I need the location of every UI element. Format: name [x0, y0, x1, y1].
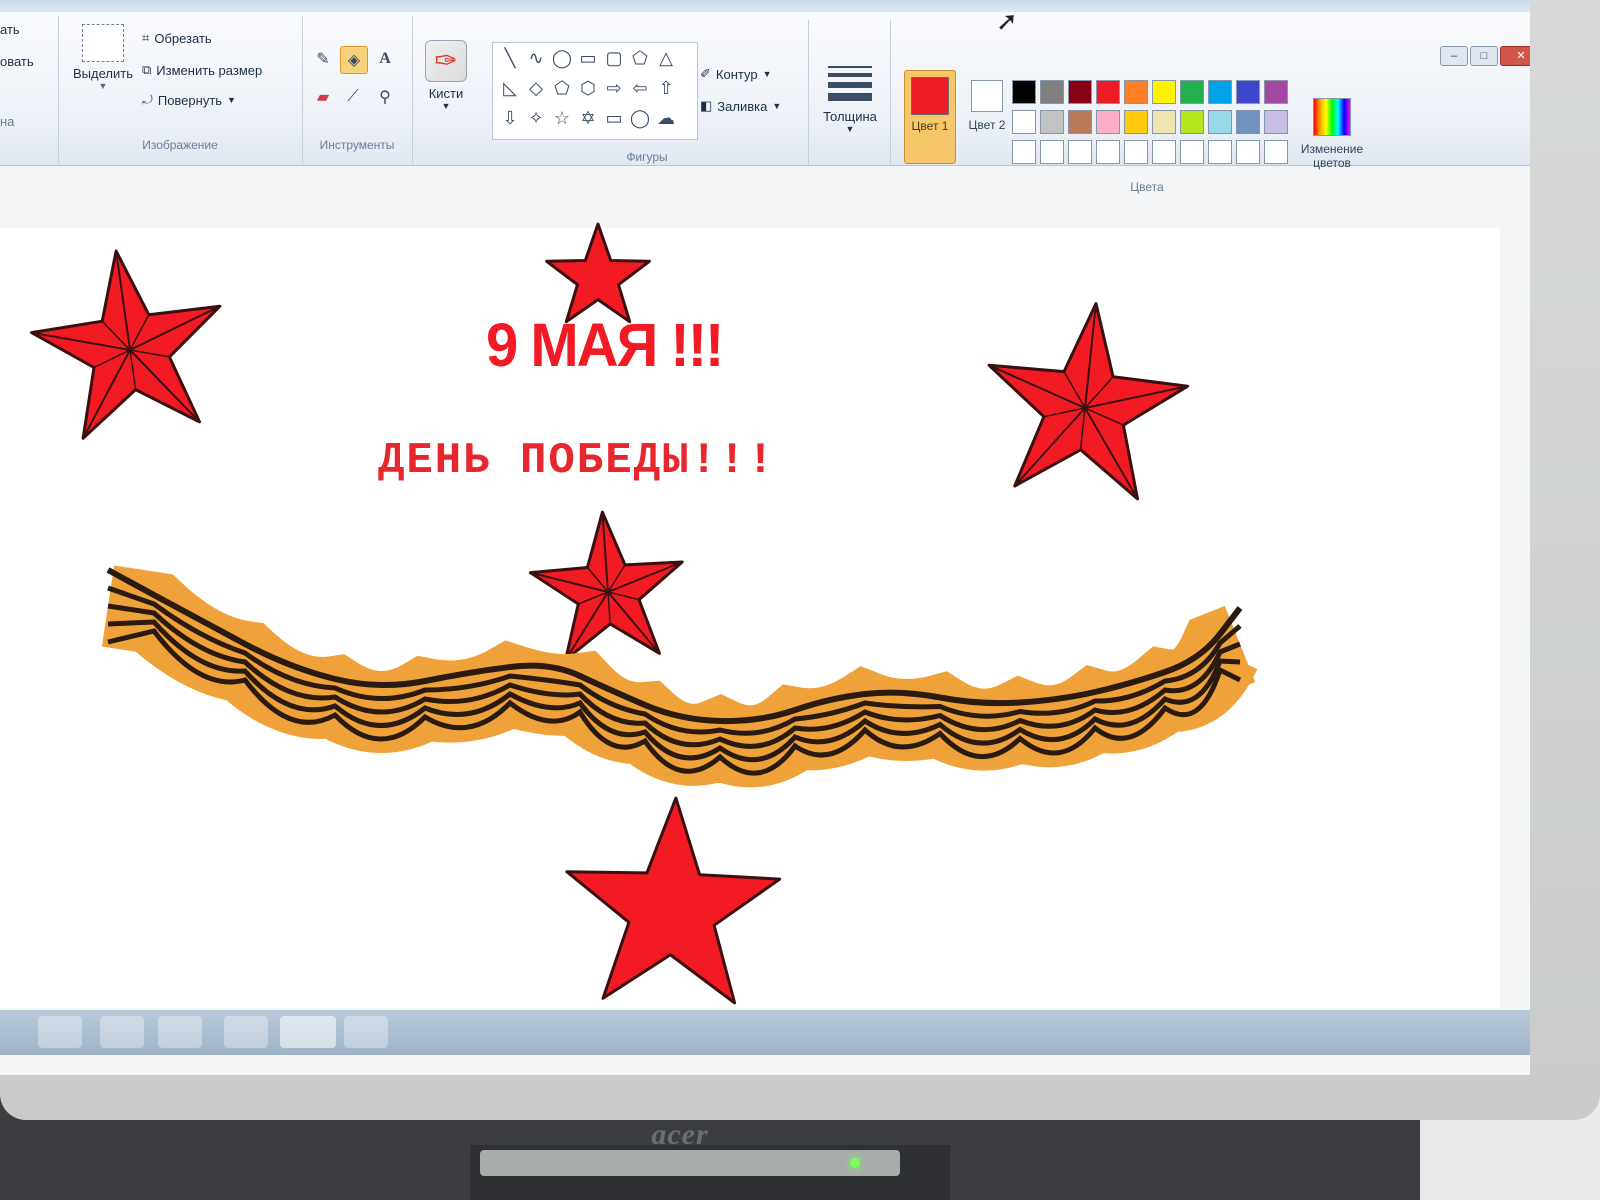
monitor-button-strip — [480, 1150, 900, 1176]
red-star-shape — [528, 510, 684, 662]
red-star-shape — [987, 302, 1190, 501]
taskbar-item-ie[interactable] — [100, 1016, 144, 1048]
taskbar-item-media[interactable] — [158, 1016, 202, 1048]
subline-text: ДЕНЬ ПОБЕДЫ!!! — [378, 436, 776, 486]
taskbar-item-explorer[interactable] — [224, 1016, 268, 1048]
monitor-bezel: – □ ✕ ать овать на Выделить ▼ ⌗ Обрезать… — [0, 0, 1600, 1151]
red-star-shape — [565, 796, 782, 1005]
red-star-shape — [545, 222, 651, 324]
canvas-artwork — [30, 222, 1258, 1005]
taskbar-item-app[interactable] — [344, 1016, 388, 1048]
screen: – □ ✕ ать овать на Выделить ▼ ⌗ Обрезать… — [0, 0, 1530, 1075]
taskbar-item-paint[interactable] — [280, 1016, 336, 1048]
start-button[interactable] — [38, 1016, 82, 1048]
headline-text: 9 МАЯ !!! — [486, 311, 724, 380]
power-led — [850, 1158, 860, 1168]
